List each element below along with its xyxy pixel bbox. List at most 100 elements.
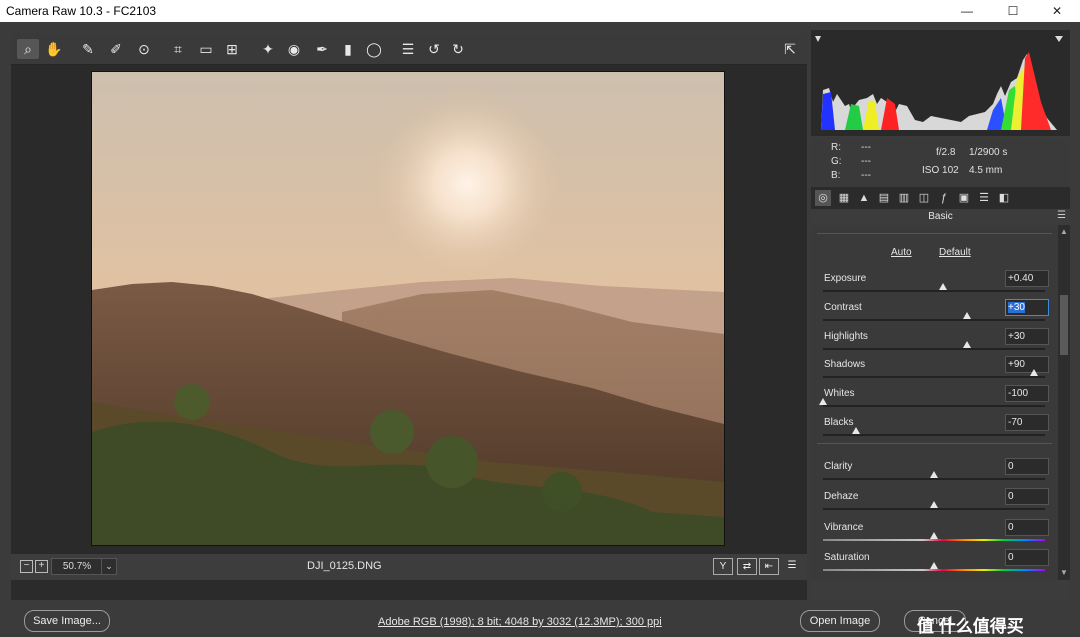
g-value: --- bbox=[861, 156, 871, 167]
transform-tool-icon[interactable]: ⊞ bbox=[221, 39, 243, 59]
lens-corrections-tab-icon[interactable]: ◫ bbox=[916, 190, 932, 206]
slider-track-exposure[interactable] bbox=[823, 290, 1045, 292]
slider-value-shadows[interactable]: +90 bbox=[1005, 356, 1049, 373]
slider-track-clarity[interactable] bbox=[823, 478, 1045, 480]
slider-thumb-exposure[interactable] bbox=[938, 283, 947, 290]
slider-thumb-shadows[interactable] bbox=[1029, 369, 1038, 376]
slider-track-dehaze[interactable] bbox=[823, 508, 1045, 510]
detail-tab-icon[interactable]: ▲ bbox=[856, 190, 872, 206]
slider-thumb-clarity[interactable] bbox=[930, 471, 938, 478]
slider-value-blacks[interactable]: -70 bbox=[1005, 414, 1049, 431]
slider-thumb-dehaze[interactable] bbox=[930, 501, 938, 508]
camera-raw-app: ⌕ ✋ ✎ ✐ ⊙ ⌗ ▭ ⊞ ✦ ◉ ✒ ▮ ◯ ☰ ↺ ↻ ⇱ − + 50… bbox=[0, 22, 1080, 636]
slider-value-contrast[interactable]: +30 bbox=[1005, 299, 1049, 316]
slider-thumb-saturation[interactable] bbox=[930, 562, 938, 569]
exif-info: R: --- G: --- B: --- f/2.8 1/2900 s ISO … bbox=[811, 137, 1070, 187]
workflow-options-link[interactable]: Adobe RGB (1998); 8 bit; 4048 by 3032 (1… bbox=[378, 616, 662, 628]
histogram bbox=[811, 30, 1070, 136]
effects-tab-icon[interactable]: ƒ bbox=[936, 190, 952, 206]
presets-tab-icon[interactable]: ☰ bbox=[976, 190, 992, 206]
slider-thumb-contrast[interactable] bbox=[963, 312, 972, 319]
slider-value-whites[interactable]: -100 bbox=[1005, 385, 1049, 402]
hand-tool-icon[interactable]: ✋ bbox=[43, 39, 65, 59]
slider-thumb-highlights[interactable] bbox=[963, 341, 972, 348]
zoom-out-button[interactable]: − bbox=[20, 560, 33, 573]
footer: Save Image... Adobe RGB (1998); 8 bit; 4… bbox=[0, 600, 1080, 636]
before-after-view-button[interactable]: Y bbox=[713, 558, 733, 575]
tone-curve-tab-icon[interactable]: ▦ bbox=[836, 190, 852, 206]
default-button[interactable]: Default bbox=[939, 247, 971, 258]
fullscreen-icon[interactable]: ⇱ bbox=[779, 39, 801, 59]
slider-label-blacks: Blacks bbox=[824, 417, 854, 428]
save-image-button[interactable]: Save Image... bbox=[24, 610, 110, 632]
slider-label-contrast: Contrast bbox=[824, 302, 862, 313]
scroll-down-icon[interactable]: ▼ bbox=[1059, 568, 1069, 578]
zoom-in-button[interactable]: + bbox=[35, 560, 48, 573]
panel-divider bbox=[817, 443, 1052, 444]
preferences-icon[interactable]: ☰ bbox=[397, 39, 419, 59]
adjustment-brush-icon[interactable]: ✒ bbox=[311, 39, 333, 59]
slider-track-vibrance[interactable] bbox=[823, 539, 1045, 541]
open-image-button[interactable]: Open Image bbox=[800, 610, 880, 632]
slider-value-saturation[interactable]: 0 bbox=[1005, 549, 1049, 566]
slider-value-highlights[interactable]: +30 bbox=[1005, 328, 1049, 345]
auto-button[interactable]: Auto bbox=[891, 247, 912, 258]
basic-panel: Auto Default Exposure +0.40 Contrast +30 Hig… bbox=[811, 225, 1058, 580]
close-button[interactable]: ✕ bbox=[1034, 0, 1080, 22]
aperture: f/2.8 bbox=[936, 147, 956, 158]
toolbar: ⌕ ✋ ✎ ✐ ⊙ ⌗ ▭ ⊞ ✦ ◉ ✒ ▮ ◯ ☰ ↺ ↻ ⇱ bbox=[11, 34, 807, 65]
color-sampler-tool-icon[interactable]: ✐ bbox=[105, 39, 127, 59]
copy-settings-icon[interactable]: ⇤ bbox=[759, 558, 779, 575]
slider-value-clarity[interactable]: 0 bbox=[1005, 458, 1049, 475]
crop-tool-icon[interactable]: ⌗ bbox=[167, 39, 189, 59]
panel-scrollbar[interactable]: ▲ ▼ bbox=[1058, 225, 1070, 580]
spot-removal-icon[interactable]: ✦ bbox=[257, 39, 279, 59]
slider-thumb-whites[interactable] bbox=[819, 398, 827, 405]
panel-divider bbox=[817, 233, 1052, 234]
file-name: DJI_0125.DNG bbox=[307, 560, 382, 572]
zoom-dropdown-icon[interactable]: ⌄ bbox=[101, 558, 117, 575]
slider-track-saturation[interactable] bbox=[823, 569, 1045, 571]
preview-pane: ⌕ ✋ ✎ ✐ ⊙ ⌗ ▭ ⊞ ✦ ◉ ✒ ▮ ◯ ☰ ↺ ↻ ⇱ − + 50… bbox=[11, 34, 807, 600]
basic-tab-icon[interactable]: ◎ bbox=[815, 190, 831, 206]
straighten-tool-icon[interactable]: ▭ bbox=[195, 39, 217, 59]
status-bar: − + 50.7% ⌄ DJI_0125.DNG Y ⇄ ⇤ ☰ bbox=[11, 553, 807, 580]
slider-label-vibrance: Vibrance bbox=[824, 522, 864, 533]
slider-track-highlights[interactable] bbox=[823, 348, 1045, 350]
scroll-up-icon[interactable]: ▲ bbox=[1059, 227, 1069, 237]
snapshots-tab-icon[interactable]: ◧ bbox=[996, 190, 1012, 206]
white-balance-tool-icon[interactable]: ✎ bbox=[77, 39, 99, 59]
window-title: Camera Raw 10.3 - FC2103 bbox=[6, 4, 157, 18]
rotate-ccw-icon[interactable]: ↺ bbox=[423, 39, 445, 59]
swap-settings-icon[interactable]: ⇄ bbox=[737, 558, 757, 575]
iso: ISO 102 bbox=[922, 165, 959, 176]
radial-filter-icon[interactable]: ◯ bbox=[363, 39, 385, 59]
b-value: --- bbox=[861, 170, 871, 181]
camera-calibration-tab-icon[interactable]: ▣ bbox=[956, 190, 972, 206]
red-eye-icon[interactable]: ◉ bbox=[283, 39, 305, 59]
rotate-cw-icon[interactable]: ↻ bbox=[447, 39, 469, 59]
graduated-filter-icon[interactable]: ▮ bbox=[337, 39, 359, 59]
zoom-level[interactable]: 50.7% bbox=[51, 558, 103, 575]
photo-area bbox=[11, 65, 807, 572]
r-label: R: bbox=[831, 142, 841, 153]
slider-track-shadows[interactable] bbox=[823, 376, 1045, 378]
slider-thumb-vibrance[interactable] bbox=[930, 532, 938, 539]
slider-track-whites[interactable] bbox=[823, 405, 1045, 407]
zoom-tool-icon[interactable]: ⌕ bbox=[17, 39, 39, 59]
preview-preferences-icon[interactable]: ☰ bbox=[783, 558, 801, 573]
targeted-adjustment-icon[interactable]: ⊙ bbox=[133, 39, 155, 59]
hsl-tab-icon[interactable]: ▤ bbox=[876, 190, 892, 206]
slider-thumb-blacks[interactable] bbox=[852, 427, 861, 434]
minimize-button[interactable]: — bbox=[944, 0, 990, 22]
slider-value-exposure[interactable]: +0.40 bbox=[1005, 270, 1049, 287]
maximize-button[interactable]: ☐ bbox=[990, 0, 1036, 22]
panel-menu-icon[interactable]: ☰ bbox=[1057, 210, 1066, 221]
scroll-thumb[interactable] bbox=[1060, 295, 1068, 355]
g-label: G: bbox=[831, 156, 842, 167]
slider-value-dehaze[interactable]: 0 bbox=[1005, 488, 1049, 505]
slider-track-blacks[interactable] bbox=[823, 434, 1045, 436]
split-toning-tab-icon[interactable]: ▥ bbox=[896, 190, 912, 206]
slider-value-vibrance[interactable]: 0 bbox=[1005, 519, 1049, 536]
slider-track-contrast[interactable] bbox=[823, 319, 1045, 321]
